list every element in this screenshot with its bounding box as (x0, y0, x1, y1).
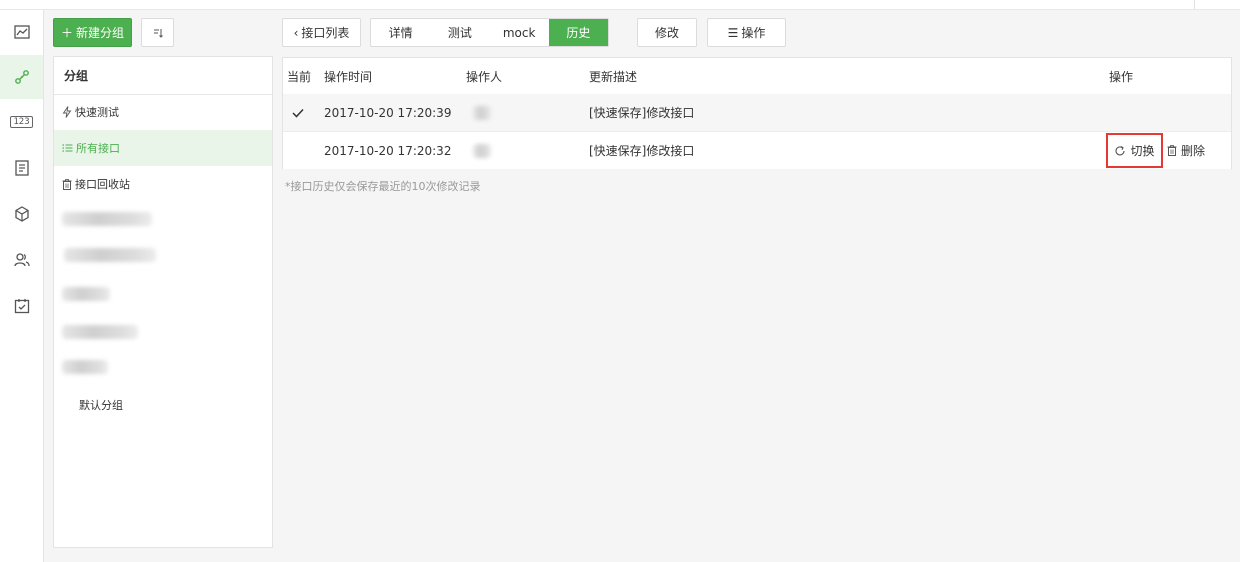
number-icon: 123 (10, 116, 33, 128)
col-current: 当前 (287, 69, 312, 84)
redacted-group[interactable] (62, 360, 108, 374)
table-row: 2017-10-20 17:20:32 [快速保存]修改接口 切换 删除 (283, 132, 1231, 169)
redacted-group[interactable] (62, 287, 110, 301)
redacted-group[interactable] (62, 212, 152, 226)
sidebar-item-recycle-bin[interactable]: 接口回收站 (54, 166, 272, 202)
tab-history-label: 历史 (566, 26, 591, 40)
switch-version-button[interactable]: 切换 (1106, 133, 1163, 168)
history-table: 当前 操作时间 操作人 更新描述 操作 2017-10-20 17:20:39 … (282, 57, 1232, 169)
nav-calendar[interactable] (0, 284, 43, 328)
nav-dashboard[interactable] (0, 10, 43, 54)
actions-label: 操作 (741, 26, 766, 40)
col-actions: 操作 (1109, 69, 1134, 84)
edit-button[interactable]: 修改 (637, 18, 697, 47)
cube-icon (14, 206, 29, 222)
lightning-icon (62, 106, 72, 118)
group-sidebar: 分组 快速测试 所有接口 接口回收站 默认分组 (53, 56, 273, 548)
edit-label: 修改 (654, 26, 679, 40)
history-note: *接口历史仅会保存最近的10次修改记录 (285, 180, 481, 193)
users-icon (13, 253, 30, 267)
sidebar-item-label: 接口回收站 (75, 178, 130, 191)
history-description: [快速保存]修改接口 (589, 106, 695, 120)
check-icon (292, 94, 304, 131)
actions-button[interactable]: ☰ 操作 (707, 18, 786, 47)
back-to-list-button[interactable]: ‹ 接口列表 (282, 18, 361, 47)
nav-interfaces[interactable] (0, 55, 43, 99)
sort-icon (153, 28, 163, 38)
redacted-group[interactable] (62, 325, 138, 339)
menu-icon: ☰ (727, 25, 739, 40)
tab-history[interactable]: 历史 (548, 19, 608, 46)
interface-tabs: 详情 测试 mock 历史 (370, 18, 609, 47)
switch-label: 切换 (1130, 144, 1155, 158)
nav-members[interactable] (0, 238, 43, 282)
tab-test[interactable]: 测试 (430, 19, 489, 46)
new-group-label: 新建分组 (76, 26, 125, 40)
tab-detail-label: 详情 (388, 26, 413, 40)
left-nav: 123 (0, 10, 44, 562)
table-row: 2017-10-20 17:20:39 [快速保存]修改接口 (283, 94, 1231, 131)
sidebar-item-label: 快速测试 (75, 106, 119, 119)
document-icon (14, 160, 29, 176)
nav-docs[interactable] (0, 146, 43, 190)
sidebar-item-default-group[interactable]: 默认分组 (79, 397, 123, 413)
col-time: 操作时间 (324, 69, 373, 84)
trash-icon (62, 178, 72, 190)
plus-icon: ＋ (60, 26, 73, 40)
tab-mock-label: mock (502, 25, 536, 40)
top-divider (1194, 0, 1195, 10)
list-icon (62, 143, 73, 153)
sidebar-header: 分组 (54, 57, 272, 95)
calendar-check-icon (14, 299, 29, 314)
trash-icon (1167, 145, 1177, 156)
tab-test-label: 测试 (447, 26, 472, 40)
sidebar-item-label: 所有接口 (76, 142, 120, 155)
history-time: 2017-10-20 17:20:39 (324, 105, 452, 120)
chevron-left-icon: ‹ (293, 25, 299, 40)
sidebar-item-all-interfaces[interactable]: 所有接口 (54, 130, 272, 166)
new-group-button[interactable]: ＋ 新建分组 (53, 18, 132, 47)
history-description: [快速保存]修改接口 (589, 144, 695, 158)
sort-button[interactable] (141, 18, 174, 47)
delete-label: 删除 (1181, 144, 1206, 158)
col-description: 更新描述 (589, 69, 638, 84)
col-operator: 操作人 (466, 69, 503, 84)
chart-icon (13, 25, 30, 39)
back-label: 接口列表 (301, 26, 350, 40)
nav-numbers[interactable]: 123 (0, 100, 43, 144)
tab-detail[interactable]: 详情 (371, 19, 430, 46)
tab-mock[interactable]: mock (490, 19, 549, 46)
history-time: 2017-10-20 17:20:32 (324, 143, 452, 158)
redacted-operator (473, 144, 491, 158)
sidebar-item-quick-test[interactable]: 快速测试 (54, 94, 272, 130)
api-link-icon (14, 70, 29, 84)
redacted-operator (473, 106, 491, 120)
top-bar (0, 0, 1240, 10)
delete-version-button[interactable]: 删除 (1167, 132, 1205, 169)
redacted-group[interactable] (64, 248, 156, 262)
nav-package[interactable] (0, 192, 43, 236)
refresh-icon (1114, 145, 1126, 157)
